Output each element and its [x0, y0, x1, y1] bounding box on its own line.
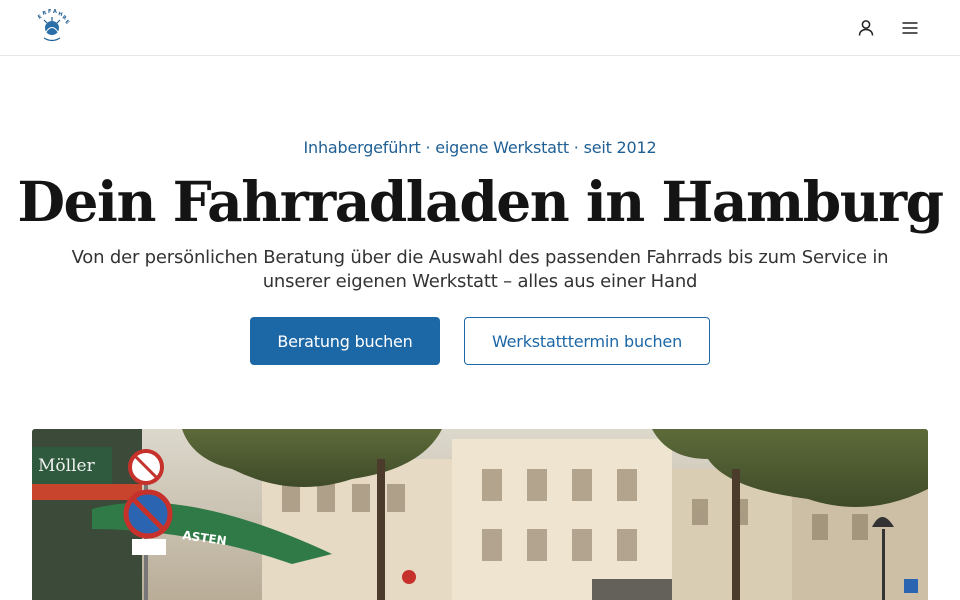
- svg-text:R: R: [42, 10, 47, 17]
- user-icon[interactable]: [854, 16, 878, 40]
- shop-sign-text: Möller: [38, 456, 96, 476]
- site-header: E R F A H R E: [0, 0, 960, 56]
- hero-lead: Von der persönlichen Beratung über die A…: [71, 247, 889, 292]
- page-title: Dein Fahrradladen in Hamburg: [17, 169, 944, 234]
- book-consultation-button[interactable]: Beratung buchen: [250, 317, 440, 365]
- svg-text:A: A: [53, 9, 57, 15]
- book-workshop-button[interactable]: Werkstatttermin buchen: [464, 317, 710, 365]
- hero-eyebrow: Inhabergeführt · eigene Werkstatt · seit…: [303, 138, 657, 157]
- hamburger-menu-icon[interactable]: [898, 16, 922, 40]
- brand-logo[interactable]: E R F A H R E: [33, 8, 71, 48]
- svg-text:F: F: [48, 9, 51, 15]
- storefront-photo: Möller ASTEN: [32, 429, 928, 600]
